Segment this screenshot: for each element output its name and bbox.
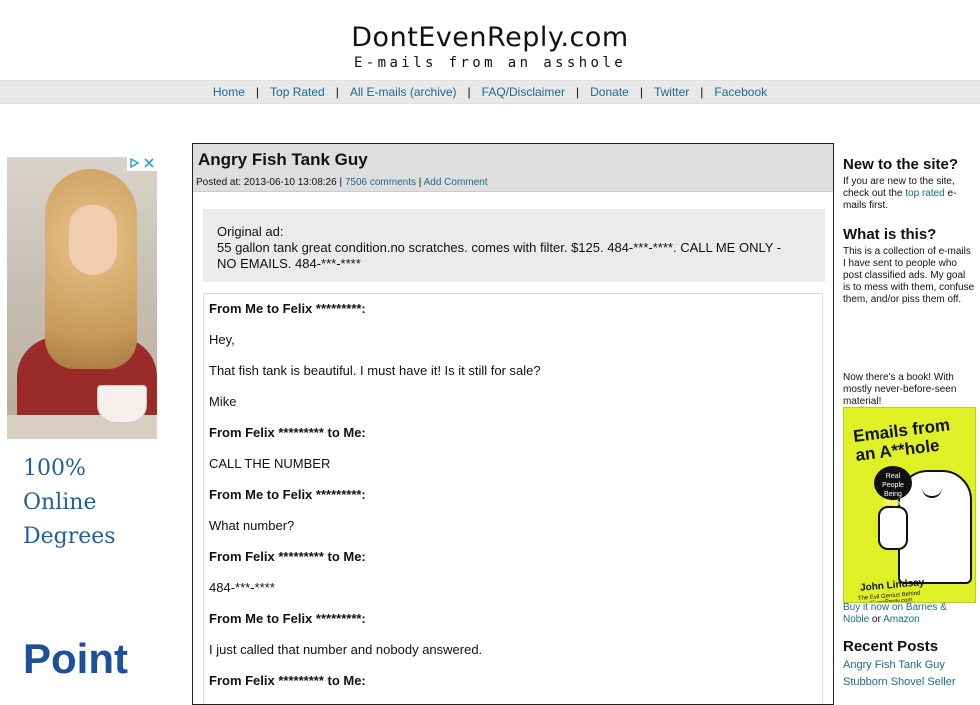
top-rated-link[interactable]: top rated xyxy=(905,188,944,199)
original-ad-box: Original ad: 55 gallon tank great condit… xyxy=(203,209,825,282)
email-sender-line: From Me to Felix *********: xyxy=(209,487,366,502)
meta-separator: | xyxy=(418,177,422,188)
post-header: Angry Fish Tank Guy Posted at: 2013-06-1… xyxy=(193,144,833,192)
original-ad-label: Original ad: xyxy=(217,224,284,239)
middle-finger-icon xyxy=(878,506,908,550)
email-body-line: CALL THE NUMBER xyxy=(209,456,331,471)
email-body-line: 484-***-**** xyxy=(209,580,275,595)
site-header: DontEvenReply.com E-mails from an asshol… xyxy=(0,0,980,80)
book-note-link[interactable]: Now there's a book! With mostly never-be… xyxy=(843,372,971,408)
recent-post-link[interactable]: Angry Fish Tank Guy xyxy=(843,659,945,671)
nav-separator: | xyxy=(335,85,339,99)
nav-top-rated[interactable]: Top Rated xyxy=(270,85,325,99)
what-is-this-text: This is a collection of e-mails I have s… xyxy=(843,246,975,305)
email-body-line: What number? xyxy=(209,518,295,533)
what-is-this-heading: What is this? xyxy=(843,226,937,243)
add-comment-link[interactable]: Add Comment xyxy=(424,177,488,188)
book-cover-image[interactable]: Emails from an A**hole Real People Being… xyxy=(843,407,976,603)
nav-twitter[interactable]: Twitter xyxy=(654,85,689,99)
nav-facebook[interactable]: Facebook xyxy=(714,85,767,99)
main-nav: Home | Top Rated | All E-mails (archive) | FAQ… xyxy=(0,80,980,104)
email-sender-line: From Me to Felix *********: xyxy=(209,301,366,316)
post-meta: Posted at: 2013-06-10 13:08:26 | 7506 co… xyxy=(196,177,488,188)
nav-faq[interactable]: FAQ/Disclaimer xyxy=(482,85,565,99)
new-to-site-heading: New to the site? xyxy=(843,156,959,173)
posted-at: Posted at: 2013-06-10 13:08:26 | xyxy=(196,177,343,188)
nav-donate[interactable]: Donate xyxy=(590,85,629,99)
buy-links: Buy it now on Barnes & Noble or Amazon xyxy=(843,602,973,626)
nav-separator: | xyxy=(576,85,580,99)
original-ad-text: 55 gallon tank great condition.no scratc… xyxy=(217,240,782,271)
ad-brand-logo[interactable]: Point xyxy=(23,635,128,683)
ad-headline-line: Degrees xyxy=(23,524,116,549)
ad-headline-line: Online xyxy=(23,490,97,515)
nav-separator: | xyxy=(639,85,643,99)
coffee-cup-icon xyxy=(97,385,147,423)
buy-or: or xyxy=(871,614,881,625)
nav-separator: | xyxy=(700,85,704,99)
site-title[interactable]: DontEvenReply.com xyxy=(0,22,980,53)
email-conversation: From Me to Felix *********: Hey, That fi… xyxy=(203,293,823,704)
email-body-line: That fish tank is beautiful. I must have… xyxy=(209,363,541,378)
adchoices-icon[interactable] xyxy=(127,157,157,171)
left-advertisement[interactable]: 100% Online Degrees Point xyxy=(7,157,157,687)
book-title: Emails from an A**hole xyxy=(852,415,952,465)
email-body-line: Mike xyxy=(209,394,237,409)
nav-separator: | xyxy=(255,85,260,99)
email-sender-line: From Me to Felix *********: xyxy=(209,611,366,626)
email-body-line: I just called that number and nobody ans… xyxy=(209,642,483,657)
nav-home[interactable]: Home xyxy=(213,85,245,99)
ad-headline-line: 100% xyxy=(23,456,86,481)
comments-link[interactable]: 7506 comments xyxy=(345,177,416,188)
ad-headline[interactable]: 100% Online Degrees xyxy=(23,452,153,554)
email-sender-line: From Felix ********* to Me: xyxy=(209,549,366,564)
email-body-line: Hey, xyxy=(209,332,235,347)
new-to-site-text: If you are new to the site, check out th… xyxy=(843,176,971,212)
site-tagline: E-mails from an asshole xyxy=(353,55,627,71)
post-title: Angry Fish Tank Guy xyxy=(198,150,368,169)
recent-posts-heading: Recent Posts xyxy=(843,638,939,655)
ad-photo[interactable] xyxy=(7,157,157,439)
email-sender-line: From Felix ********* to Me: xyxy=(209,425,366,440)
nav-archive[interactable]: All E-mails (archive) xyxy=(350,85,457,99)
amazon-link[interactable]: Amazon xyxy=(883,614,920,625)
recent-post-link[interactable]: Stubborn Shovel Seller xyxy=(843,676,956,688)
post-container: Angry Fish Tank Guy Posted at: 2013-06-1… xyxy=(192,143,834,705)
book-bubble: Real People Being Stupid xyxy=(874,466,912,507)
nav-separator: | xyxy=(467,85,471,99)
